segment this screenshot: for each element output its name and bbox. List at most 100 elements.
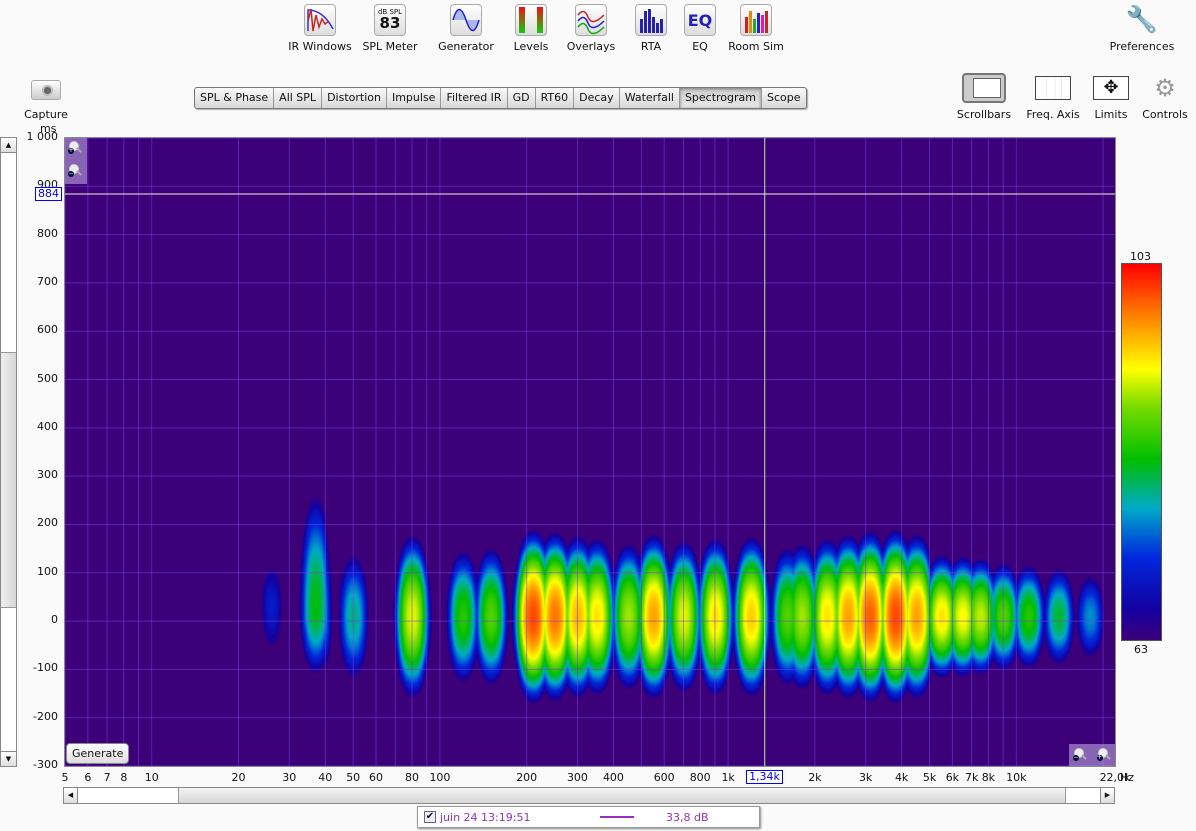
- x-tick-label: 7k: [964, 771, 979, 784]
- spectrogram-plot[interactable]: + − − + Generate: [64, 137, 1116, 767]
- toolbar-label: SPL Meter: [362, 40, 418, 53]
- y-tick-label: 1 000: [26, 130, 59, 143]
- x-tick-label: 10: [144, 771, 159, 784]
- y-tick-label: 600: [37, 323, 58, 337]
- tab-gd[interactable]: GD: [508, 88, 536, 108]
- zoom-in-icon[interactable]: +: [68, 141, 82, 155]
- plot-grid: [65, 138, 1115, 766]
- time-cursor-readout: 884: [35, 187, 62, 201]
- levels-icon: [515, 4, 547, 36]
- capture-label: Capture: [24, 108, 68, 121]
- x-tick-label: 300: [566, 771, 588, 784]
- zoom-in-icon[interactable]: +: [1096, 748, 1111, 762]
- room-sim-icon: [740, 4, 772, 36]
- zoom-controls-horizontal: − +: [1069, 744, 1115, 766]
- x-tick-label: 400: [602, 771, 624, 784]
- scrollbars-button[interactable]: Scrollbars: [944, 73, 1024, 121]
- scroll-down-button[interactable]: ▼: [1, 751, 16, 766]
- colorbar-min-label: 63: [1134, 643, 1148, 656]
- room-sim-button[interactable]: Room Sim: [718, 4, 794, 53]
- legend-measurement-name: juin 24 13:19:51: [440, 810, 531, 824]
- x-tick-label: 30: [282, 771, 297, 784]
- eq-glyph: EQ: [687, 10, 713, 30]
- vertical-scroll-thumb[interactable]: [1, 352, 16, 608]
- x-tick-label: 7: [103, 771, 111, 784]
- zoom-out-icon[interactable]: −: [1073, 748, 1087, 762]
- x-tick-label: 6: [84, 771, 92, 784]
- horizontal-scroll-thumb[interactable]: [178, 788, 1066, 803]
- x-tick-label: 3k: [858, 771, 873, 784]
- y-tick-label: 800: [37, 226, 58, 240]
- x-tick-label: 60: [369, 771, 383, 784]
- x-tick-label: 50: [346, 771, 361, 784]
- zoom-controls-vertical: + −: [65, 138, 87, 184]
- legend-line-swatch: [600, 816, 634, 818]
- tab-waterfall[interactable]: Waterfall: [620, 88, 680, 108]
- y-tick-label: -100: [33, 661, 58, 675]
- toolbar-label: IR Windows: [288, 40, 352, 53]
- y-tick-label: 500: [37, 371, 58, 385]
- y-tick-label: 700: [37, 274, 58, 288]
- x-tick-label: 5: [61, 771, 69, 784]
- x-tick-label: 10k: [1006, 771, 1027, 784]
- toolbar-label: RTA: [640, 40, 662, 53]
- x-tick-label: 40: [318, 771, 333, 784]
- x-tick-label: 800: [689, 771, 711, 784]
- x-tick-label: 1k: [721, 771, 735, 784]
- colorbar: [1121, 263, 1162, 641]
- x-tick-label: 8: [120, 771, 128, 784]
- eq-icon: EQ: [684, 4, 716, 36]
- tab-scope[interactable]: Scope: [762, 88, 806, 108]
- scrollbars-icon: [962, 73, 1006, 103]
- freq-axis-icon: [1031, 74, 1075, 102]
- tab-impulse[interactable]: Impulse: [387, 88, 442, 108]
- horizontal-scrollbar[interactable]: ◀ ▶: [63, 787, 1115, 804]
- tab-spl-phase[interactable]: SPL & Phase: [195, 88, 275, 108]
- scroll-right-button[interactable]: ▶: [1100, 788, 1114, 803]
- view-tabs: SPL & Phase All SPL Distortion Impulse Filte…: [194, 87, 807, 109]
- tab-distortion[interactable]: Distortion: [322, 88, 387, 108]
- toolbar-label: Room Sim: [728, 40, 784, 53]
- y-tick-label: -300: [33, 758, 58, 771]
- y-tick-label: 300: [37, 468, 58, 482]
- zoom-out-icon[interactable]: −: [68, 164, 82, 178]
- toolbar-label: Generator: [438, 40, 494, 53]
- vertical-scrollbar[interactable]: ▲ ▼: [0, 137, 17, 767]
- tab-spectrogram[interactable]: Spectrogram: [679, 88, 763, 108]
- legend-value: 33,8 dB: [666, 810, 709, 824]
- y-tick-label: 0: [51, 613, 58, 627]
- spl-badge-value: 83: [379, 14, 401, 32]
- view-control-label: Controls: [1142, 108, 1188, 121]
- spl-meter-button[interactable]: dB SPL 83 SPL Meter: [352, 4, 428, 53]
- toolbar-label: Levels: [513, 40, 549, 53]
- preferences-label: Preferences: [1109, 40, 1175, 53]
- x-tick-label: 4k: [894, 771, 909, 784]
- capture-button[interactable]: Capture: [6, 76, 86, 121]
- preferences-button[interactable]: 🔧 Preferences: [1104, 4, 1180, 53]
- scroll-left-button[interactable]: ◀: [64, 788, 78, 803]
- tab-filtered-ir[interactable]: Filtered IR: [441, 88, 508, 108]
- x-tick-label: 200: [516, 771, 538, 784]
- x-tick-label: 600: [653, 771, 675, 784]
- view-control-label: Limits: [1094, 108, 1128, 121]
- freq-cursor-readout: 1,34k: [746, 770, 783, 784]
- colorbar-max-label: 103: [1130, 250, 1151, 263]
- legend-checkbox[interactable]: ✔: [424, 811, 436, 823]
- y-tick-label: 400: [37, 419, 58, 433]
- x-axis-unit: Hz: [1120, 771, 1135, 784]
- x-tick-label: 100: [429, 771, 451, 784]
- gear-icon: ⚙: [1154, 74, 1176, 102]
- tab-rt60[interactable]: RT60: [536, 88, 575, 108]
- generate-button[interactable]: Generate: [66, 743, 130, 764]
- controls-button[interactable]: ⚙ Controls: [1125, 74, 1196, 121]
- y-tick-label: -200: [33, 709, 58, 723]
- x-tick-label: 8k: [981, 771, 996, 784]
- ir-windows-button[interactable]: IR Windows: [282, 4, 358, 53]
- ir-windows-icon: [304, 4, 336, 36]
- camera-icon: [24, 76, 68, 104]
- toolbar-label: EQ: [692, 40, 708, 53]
- x-tick-label: 80: [405, 771, 419, 784]
- tab-decay[interactable]: Decay: [574, 88, 620, 108]
- tab-all-spl[interactable]: All SPL: [274, 88, 323, 108]
- scroll-up-button[interactable]: ▲: [1, 138, 16, 153]
